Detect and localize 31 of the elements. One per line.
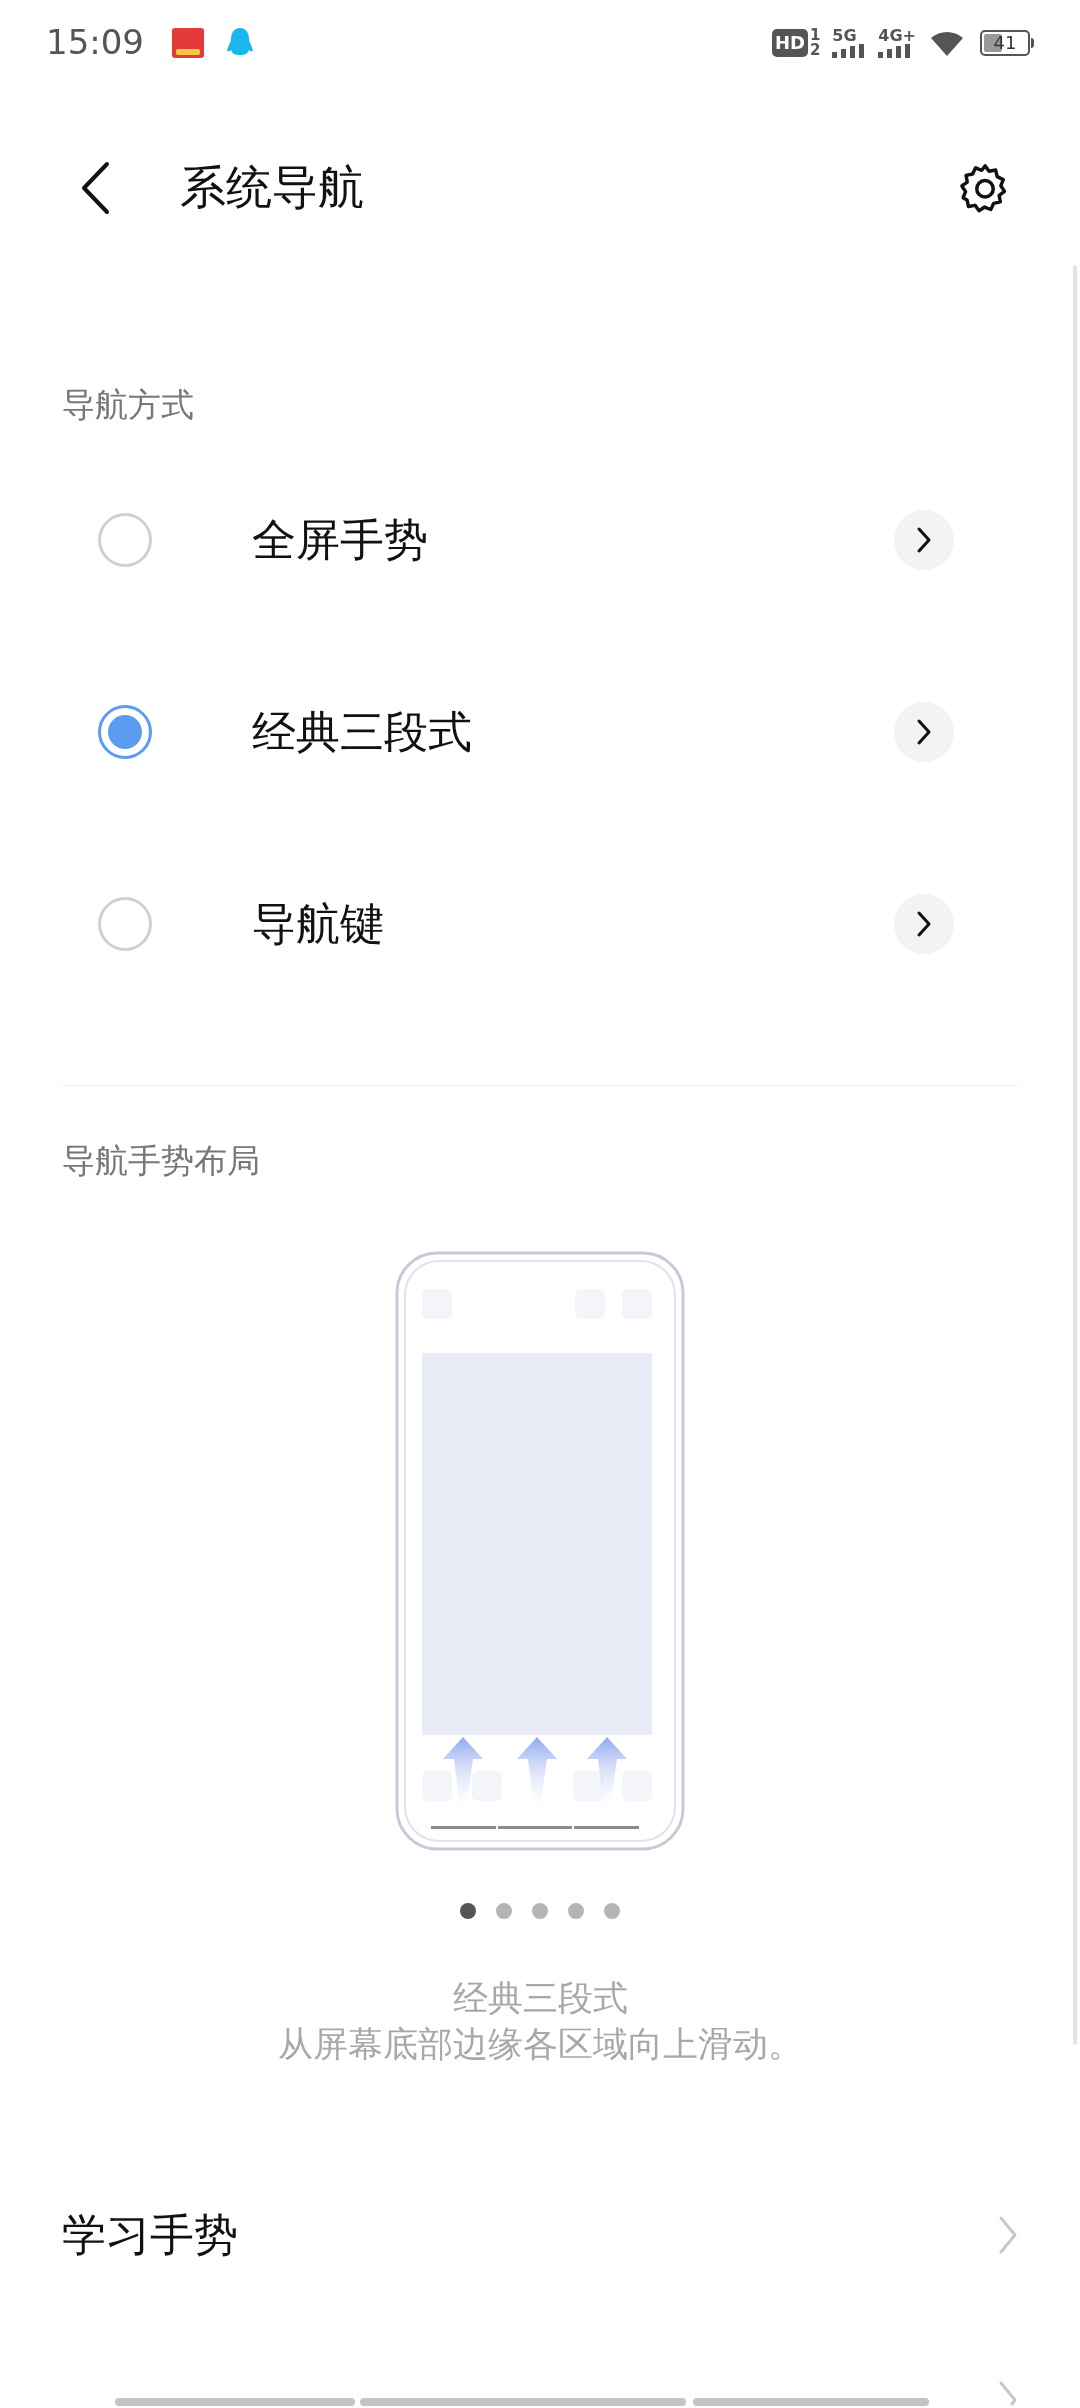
option-label: 导航键 [252, 897, 385, 951]
chevron-right-icon [998, 2215, 1018, 2255]
sim-slot-label: 2 [809, 42, 821, 58]
network-label: 4G+ [878, 27, 916, 44]
status-time: 15:09 [46, 21, 144, 64]
hd-badge: HD [771, 28, 808, 57]
radio-button[interactable] [98, 513, 152, 567]
news-app-icon [172, 27, 204, 58]
navigation-option[interactable]: 导航键 [0, 828, 1080, 1020]
signal-icon [878, 44, 913, 58]
page-title: 系统导航 [180, 159, 364, 216]
battery-level: 41 [993, 33, 1017, 52]
network-label: 5G [832, 27, 857, 44]
chevron-right-icon [916, 718, 932, 746]
option-label: 全屏手势 [252, 513, 429, 567]
navigation-option[interactable]: 全屏手势 [0, 444, 1080, 636]
radio-button[interactable] [98, 705, 152, 759]
caption-text: 从屏幕底部边缘各区域向上滑动。 [277, 2023, 803, 2066]
back-icon [80, 160, 110, 215]
settings-item[interactable]: 学习手势 [0, 2155, 1080, 2315]
chevron-right-icon [998, 2380, 1018, 2408]
radio-button[interactable] [98, 897, 152, 951]
section-label: 导航手势布局 [62, 1140, 260, 1183]
chevron-right-icon [916, 910, 932, 938]
caption-title: 经典三段式 [452, 1977, 628, 2020]
option-label: 经典三段式 [252, 705, 473, 759]
section-label: 导航方式 [62, 384, 194, 427]
signal-icon [832, 44, 867, 58]
navigation-option[interactable]: 经典三段式 [0, 636, 1080, 828]
sim-slot-label: 1 [809, 27, 821, 43]
chevron-right-icon [916, 526, 932, 554]
